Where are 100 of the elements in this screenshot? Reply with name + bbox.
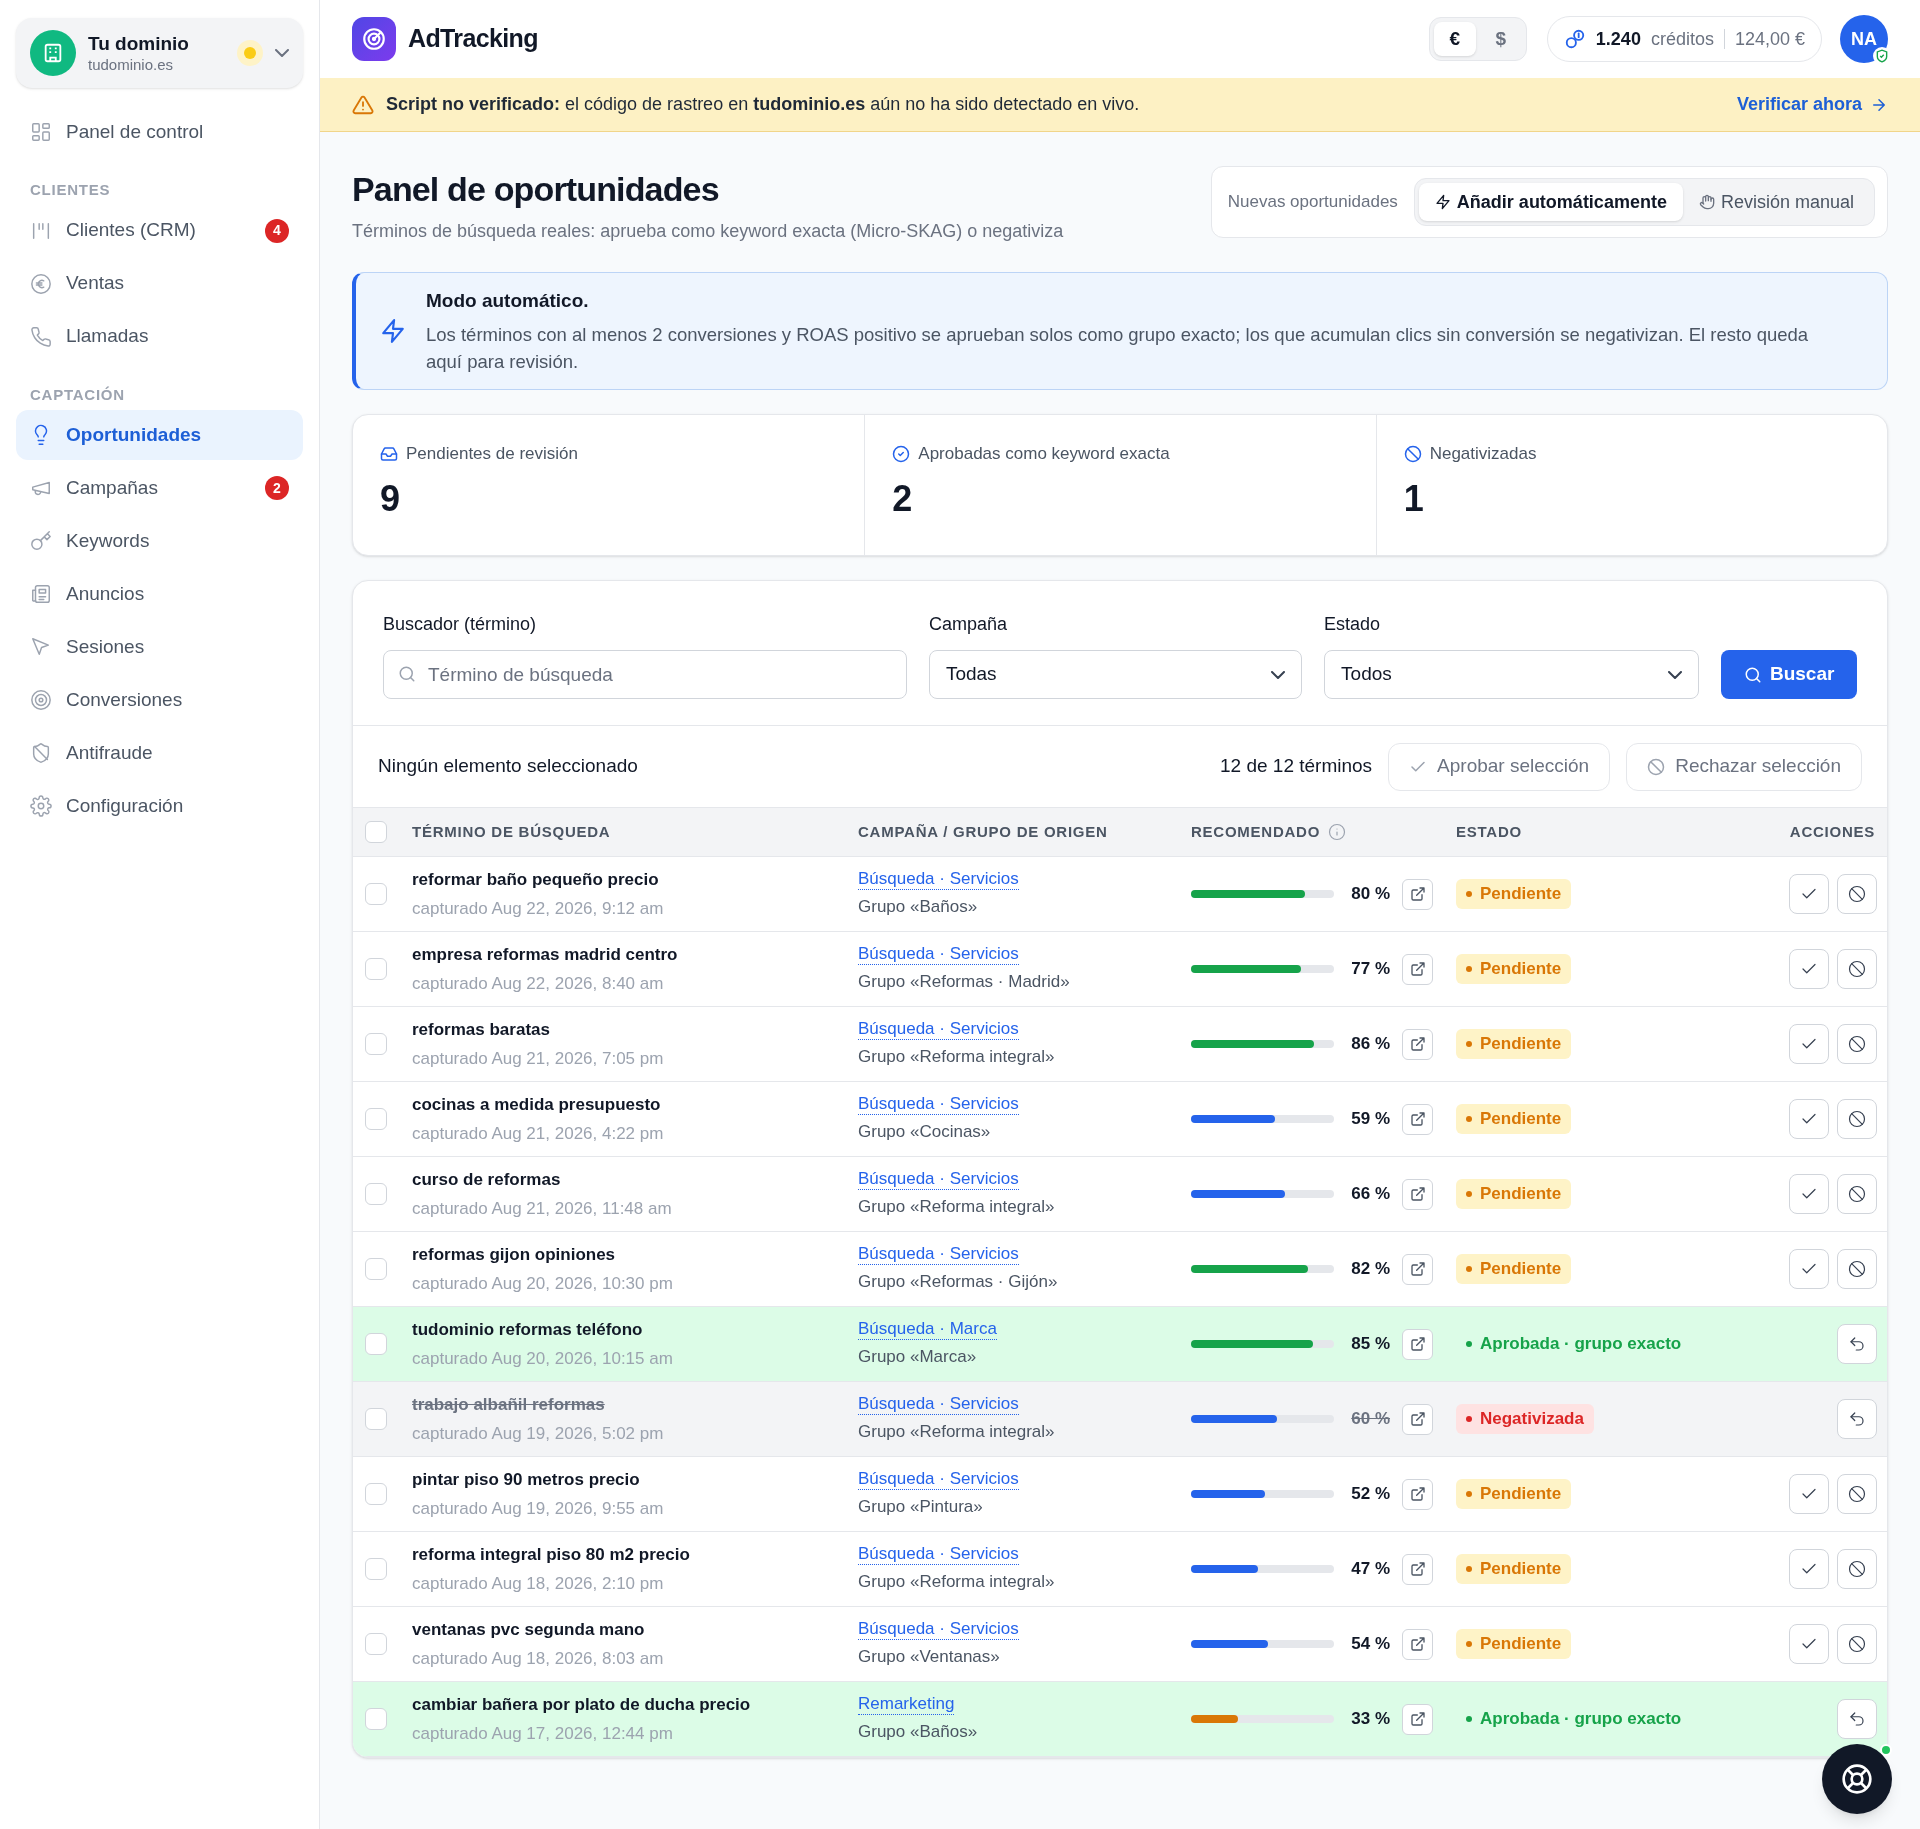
open-external-button[interactable] [1402,1478,1433,1510]
row-checkbox[interactable] [365,1558,387,1580]
currency-option[interactable]: € [1433,22,1476,56]
row-checkbox[interactable] [365,1483,387,1505]
campaign-link[interactable]: Búsqueda · Servicios [858,1243,1019,1266]
building-icon [30,30,76,76]
open-external-button[interactable] [1402,1553,1433,1585]
sidebar-item[interactable]: Panel de control [16,107,303,157]
ban-icon [1848,1560,1866,1578]
row-checkbox[interactable] [365,1258,387,1280]
select-field[interactable]: Todas [928,650,1303,699]
help-button[interactable] [1822,1744,1892,1814]
verify-link[interactable]: Verificar ahora [1736,91,1888,118]
campaign-link[interactable]: Remarketing [858,1693,955,1716]
user-avatar[interactable]: NA [1840,15,1888,63]
status-badge: Negativizada [1456,1404,1594,1434]
score-percent: 85 % [1350,1333,1390,1356]
open-external-button[interactable] [1402,1253,1433,1285]
currency-option[interactable]: $ [1479,22,1522,56]
external-link-icon [1409,1711,1426,1727]
sidebar-item[interactable]: Configuración [16,781,303,831]
sidebar-item[interactable]: Keywords [16,516,303,566]
chevron-down-icon [1668,670,1683,679]
campaign-link[interactable]: Búsqueda · Servicios [858,1618,1019,1641]
open-external-button[interactable] [1402,953,1433,985]
balance: 124,00 € [1734,27,1805,51]
external-link-icon [1409,1261,1426,1277]
open-external-button[interactable] [1402,1328,1433,1360]
settings-icon [30,795,52,817]
workspace-switcher[interactable]: Tu dominio tudominio.es [16,18,303,88]
chevron-down-icon [275,49,289,57]
campaign-link[interactable]: Búsqueda · Servicios [858,1168,1019,1191]
undo-button[interactable] [1837,1324,1877,1364]
mode-option[interactable]: Añadir automáticamente [1418,183,1683,221]
campaign-link[interactable]: Búsqueda · Servicios [858,1393,1019,1416]
select-all-checkbox[interactable] [365,821,387,843]
sidebar-item[interactable]: Clientes (CRM) 4 [16,205,303,256]
campaign-link[interactable]: Búsqueda · Servicios [858,868,1019,891]
row-checkbox[interactable] [365,1108,387,1130]
campaign-link[interactable]: Búsqueda · Servicios [858,1468,1019,1491]
sidebar-item[interactable]: Campañas 2 [16,463,303,513]
warning-icon [352,93,374,116]
reject-button[interactable] [1837,874,1877,914]
search-term: cambiar bañera por plato de ducha precio [412,1693,752,1716]
capture-date: capturado Aug 17, 2026, 12:44 pm [412,1723,674,1745]
row-checkbox[interactable] [365,1033,387,1055]
select-field[interactable]: Todos [1324,650,1700,699]
open-external-button[interactable] [1402,1628,1433,1660]
row-checkbox[interactable] [365,1183,387,1205]
search-icon [398,665,416,683]
status-badge: Pendiente [1456,1179,1572,1209]
campaign-link[interactable]: Búsqueda · Servicios [858,943,1019,966]
reject-button[interactable] [1837,1624,1877,1664]
row-checkbox[interactable] [365,883,387,905]
term-count: 12 de 12 términos [1220,754,1373,779]
open-external-button[interactable] [1402,1403,1433,1435]
selection-status: Ningún elemento seleccionado [378,754,638,779]
search-button[interactable]: Buscar [1721,650,1857,699]
open-external-button[interactable] [1402,878,1433,910]
sidebar-item[interactable]: Antifraude [16,728,303,778]
sidebar-item[interactable]: Anuncios [16,569,303,619]
row-checkbox[interactable] [365,1633,387,1655]
reject-button[interactable] [1837,1249,1877,1289]
external-link-icon [1409,1561,1426,1577]
reject-button[interactable] [1837,1099,1877,1139]
row-checkbox[interactable] [365,1708,387,1730]
sidebar-item[interactable]: Oportunidades [16,410,303,460]
undo-button[interactable] [1837,1699,1877,1739]
capture-date: capturado Aug 21, 2026, 11:48 am [412,1198,673,1220]
capture-date: capturado Aug 18, 2026, 8:03 am [412,1648,665,1670]
mode-option[interactable]: Revisión manual [1682,183,1870,221]
campaign-link[interactable]: Búsqueda · Servicios [858,1093,1019,1116]
open-external-button[interactable] [1402,1178,1433,1210]
row-checkbox[interactable] [365,1333,387,1355]
open-external-button[interactable] [1402,1028,1433,1060]
sidebar-item[interactable]: Llamadas [16,311,303,362]
row-checkbox[interactable] [365,958,387,980]
status-badge: Pendiente [1456,879,1572,909]
campaign-link[interactable]: Búsqueda · Servicios [858,1543,1019,1566]
reject-button[interactable] [1837,1474,1877,1514]
ad-group: Grupo «Reforma integral» [858,1569,1055,1595]
search-term: ventanas pvc segunda mano [412,1618,646,1641]
reject-button[interactable] [1837,949,1877,989]
external-link-icon [1409,1411,1426,1427]
reject-button[interactable] [1837,1174,1877,1214]
sidebar-item[interactable]: Conversiones [16,675,303,725]
reject-button[interactable] [1837,1549,1877,1589]
campaign-link[interactable]: Búsqueda · Marca [858,1318,997,1341]
row-checkbox[interactable] [365,1408,387,1430]
undo-button[interactable] [1837,1399,1877,1439]
sidebar-item[interactable]: Ventas [16,258,303,309]
section-heading: CLIENTES [29,180,112,200]
open-external-button[interactable] [1402,1703,1433,1735]
open-external-button[interactable] [1402,1103,1433,1135]
reject-button[interactable] [1837,1024,1877,1064]
campaign-link[interactable]: Búsqueda · Servicios [858,1018,1019,1041]
search-field[interactable]: Término de búsqueda [383,650,907,699]
score-percent: 77 % [1350,958,1390,981]
ad-group: Grupo «Reformas · Madrid» [858,969,1070,995]
sidebar-item[interactable]: Sesiones [16,622,303,672]
